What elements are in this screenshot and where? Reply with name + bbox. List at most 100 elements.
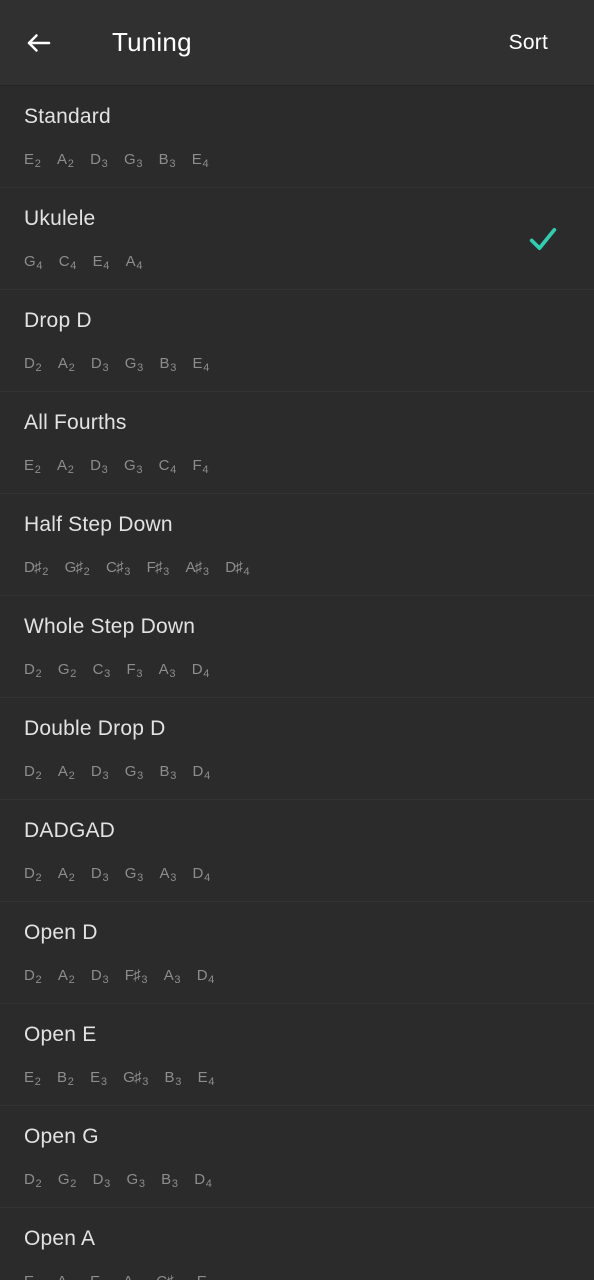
note-letter: B (164, 1069, 175, 1086)
note-letter: A (57, 151, 68, 168)
note-letter: D (92, 1171, 104, 1188)
note: D4 (197, 968, 215, 986)
tuning-name: Standard (24, 105, 111, 128)
note-letter: D (90, 355, 102, 372)
note-octave: 4 (170, 464, 177, 476)
note: A2 (57, 967, 75, 986)
tuning-row[interactable]: Open GD2G2D3G3B3D4 (0, 1106, 594, 1208)
note-letter: E (24, 1069, 35, 1086)
note: A3 (164, 968, 181, 986)
note-letter: E (24, 457, 35, 474)
sharp-icon: ♯ (116, 559, 124, 576)
note: G3 (125, 356, 144, 374)
tuning-name: Open E (24, 1023, 97, 1046)
tuning-row[interactable]: Ukulele G 4 C 4 E 4 A 4 (0, 188, 594, 290)
note-strip: D 2 A 2 D 3 F ♯ 3 A 3 D 4 (24, 966, 570, 986)
note-octave: 4 (36, 260, 43, 272)
note-octave: 3 (142, 1076, 149, 1088)
note-letter: E (90, 1069, 101, 1086)
note: B3 (159, 152, 176, 170)
note: G3 (126, 1172, 146, 1190)
note-octave: 4 (205, 1178, 213, 1190)
note: E4 (192, 152, 209, 170)
note-octave: 3 (169, 158, 176, 170)
note: C4 (158, 457, 177, 476)
note-strip: E2 A2 E3 A3 C♯4 E4 (24, 1272, 570, 1280)
note-octave: 4 (202, 158, 209, 170)
note-letter: D (192, 865, 204, 882)
note-letter: G (124, 865, 137, 882)
note-octave: 2 (83, 566, 90, 578)
tuning-row[interactable]: Open D D 2 A 2 D 3 F ♯ 3 A 3 D 4 (0, 902, 594, 1004)
note-octave: 2 (34, 1076, 42, 1088)
note: A2 (57, 355, 75, 374)
note-octave: 4 (103, 260, 110, 272)
note-octave: 2 (67, 1076, 75, 1088)
tuning-row[interactable]: Drop DD2A2D3G3B3E4 (0, 290, 594, 392)
sharp-icon: ♯ (154, 559, 163, 576)
note-letter: D (90, 763, 102, 780)
back-button[interactable] (24, 20, 70, 66)
note: D2 (24, 355, 42, 374)
tuning-name: DADGAD (24, 819, 116, 842)
note-strip: D2A2D3G3B3D4 (24, 762, 570, 782)
note: A3 (160, 866, 177, 884)
note-letter: E (192, 355, 203, 372)
note-octave: 2 (35, 770, 42, 782)
note: E4 (197, 1274, 214, 1280)
note-octave: 3 (169, 668, 176, 680)
tuning-row[interactable]: Double Drop DD2A2D3G3B3D4 (0, 698, 594, 800)
note-letter: C (58, 253, 70, 270)
note: D4 (193, 764, 211, 782)
note-letter: G (124, 763, 137, 780)
note-octave: 3 (174, 974, 181, 986)
tuning-row[interactable]: Standard E 2 A 2 D 3 G 3 B 3 E 4 (0, 86, 594, 188)
note-octave: 3 (101, 464, 108, 476)
note-octave: 3 (102, 974, 109, 986)
note-letter: D (24, 355, 36, 372)
tuning-row[interactable]: DADGAD D 2 A 2 D 3 G 3 A 3 D 4 (0, 800, 594, 902)
tuning-row[interactable]: Half Step Down D ♯ 2 G ♯ 2 C ♯ 3 F ♯ 3 A ♯ 3 D ♯ 4 (0, 494, 594, 596)
note-letter: A (57, 763, 69, 780)
note-octave: 3 (138, 1178, 146, 1190)
note-octave: 2 (35, 668, 42, 680)
note: G2 (58, 1172, 77, 1190)
note: F ♯ 3 (147, 559, 170, 578)
tuning-row[interactable]: All Fourths E 2 A 2 D 3 G 3 C 4 F 4 (0, 392, 594, 494)
tuning-list[interactable]: Standard E 2 A 2 D 3 G 3 B 3 E 4 Ukulele G 4 C 4 E 4 A 4 Drop … (0, 86, 594, 1280)
check-icon (529, 227, 557, 250)
note: G3 (124, 865, 144, 884)
note-octave: 2 (35, 974, 42, 986)
note: F3 (126, 662, 143, 680)
note: B3 (161, 1171, 178, 1190)
note-letter: D (90, 865, 102, 882)
note: D3 (90, 152, 108, 170)
sort-button[interactable]: Sort (509, 31, 548, 55)
tuning-row[interactable]: Open E E 2 B 2 E 3 G ♯ 3 B 3 E 4 (0, 1004, 594, 1106)
tuning-row[interactable]: Whole Step Down D 2 G 2 C 3 F 3 A 3 D 4 (0, 596, 594, 698)
tuning-screen: Tuning Sort Standard E 2 A 2 D 3 G 3 B 3 E 4 Ukulele G… (0, 0, 594, 1280)
note-letter: D (194, 1171, 206, 1188)
note-letter: B (161, 1171, 172, 1188)
note-octave: 3 (102, 770, 109, 782)
note-letter: C (158, 457, 170, 474)
note-octave: 2 (34, 158, 42, 170)
note-letter: G (123, 151, 136, 168)
note-octave: 3 (136, 668, 143, 680)
tuning-name: Open G (24, 1125, 99, 1148)
sharp-icon: ♯ (134, 1069, 142, 1086)
note-octave: 3 (104, 1178, 111, 1190)
note-letter: A (57, 1274, 67, 1280)
note-letter: D (24, 1171, 36, 1188)
app-bar: Tuning Sort (0, 0, 594, 86)
tuning-row[interactable]: Open A E2 A2 E3 A3 C♯4 E4 (0, 1208, 594, 1280)
arrow-left-icon (24, 28, 54, 58)
note-letter: A (57, 967, 69, 984)
sharp-icon: ♯ (75, 559, 84, 576)
note: E2 (24, 152, 42, 170)
note-octave: 4 (70, 260, 77, 272)
note: A2 (57, 1274, 74, 1280)
note-letter: A (57, 355, 69, 372)
note-letter: G (57, 661, 70, 678)
note-strip: G4C4E4A4 (24, 252, 570, 272)
